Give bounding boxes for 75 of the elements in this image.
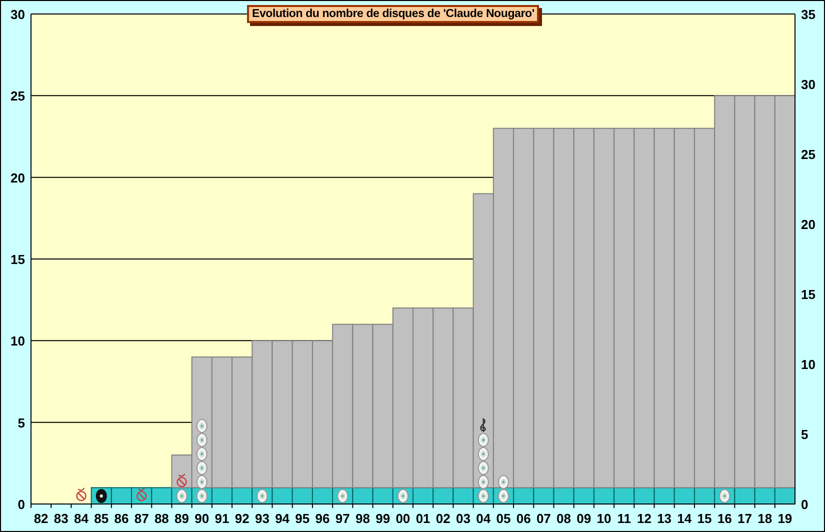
disc-icon — [337, 489, 348, 503]
axis-tick-label: 86 — [114, 511, 129, 526]
axis-tick-label: 87 — [134, 511, 149, 526]
axis-tick-label: 88 — [154, 511, 169, 526]
axis-tick-label: 06 — [516, 511, 531, 526]
prohibited-icon — [136, 488, 147, 502]
disc-icon — [397, 489, 408, 503]
axis-tick-label: 94 — [275, 511, 290, 526]
disc-icon — [478, 433, 489, 447]
prohibited-icon — [176, 474, 187, 488]
axis-tick-label: 15 — [10, 252, 25, 267]
disc-icon — [478, 475, 489, 489]
disc-icon — [478, 461, 489, 475]
axis-tick-label: 25 — [10, 88, 25, 104]
axis-tick-label: 5 — [18, 415, 25, 430]
axis-tick-label: 84 — [74, 511, 88, 526]
disc-icon — [196, 419, 208, 433]
disc-icon — [478, 489, 489, 503]
vinyl-record-icon — [96, 489, 107, 503]
disc-icon — [719, 489, 730, 503]
axis-tick-label: 03 — [456, 511, 470, 526]
disc-icon — [478, 447, 489, 461]
axis-tick-label: 10 — [801, 357, 816, 372]
axis-tick-label: 08 — [556, 511, 572, 526]
axis-tick-label: 20 — [10, 170, 25, 186]
axis-tick-label: 15 — [801, 287, 816, 302]
disc-icon — [176, 489, 188, 503]
axis-tick-label: 0 — [18, 497, 25, 512]
axis-tick-label: 5 — [801, 427, 808, 442]
axis-tick-label: 99 — [376, 511, 390, 526]
axis-tick-label: 18 — [758, 511, 772, 526]
axis-tick-label: 13 — [657, 511, 672, 526]
axis-tick-label: 96 — [315, 511, 330, 526]
axis-tick-label: 19 — [778, 511, 792, 526]
axis-tick-label: 16 — [717, 511, 732, 526]
axis-tick-label: 35 — [801, 7, 816, 22]
axis-tick-label: 14 — [677, 511, 692, 526]
axis-tick-label: 89 — [174, 511, 190, 526]
axis-tick-label: 11 — [617, 511, 631, 526]
axis-tick-label: 85 — [94, 511, 109, 526]
disc-icon — [196, 489, 208, 503]
axis-tick-label: 82 — [34, 511, 48, 526]
axis-tick-label: 17 — [738, 511, 752, 526]
axis-tick-label: 93 — [254, 511, 270, 526]
axis-tick-label: 15 — [697, 511, 712, 526]
axis-tick-label: 83 — [54, 511, 68, 526]
axis-tick-label: 12 — [636, 511, 652, 526]
axis-tick-label: 10 — [10, 334, 25, 349]
axis-tick-label: 30 — [10, 7, 25, 22]
axis-tick-label: 01 — [416, 511, 430, 526]
axis-tick-label: 0 — [801, 497, 808, 512]
disc-icon — [196, 475, 208, 489]
axis-tick-label: 10 — [596, 511, 612, 526]
axis-tick-label: 04 — [476, 511, 491, 526]
axis-tick-label: 90 — [194, 511, 210, 526]
axis-tick-label: 25 — [801, 147, 816, 162]
disc-icon — [196, 447, 208, 461]
axis-tick-label: 02 — [436, 511, 450, 526]
disc-icon — [196, 461, 208, 475]
disc-icon — [256, 489, 268, 503]
axis-tick-label: 91 — [214, 511, 230, 526]
axis-tick-label: 98 — [356, 511, 370, 526]
prohibited-icon — [76, 488, 86, 502]
axis-tick-label: 97 — [335, 511, 350, 526]
chart-title: Evolution du nombre de disques de 'Claude Nougaro' — [247, 5, 540, 23]
axis-tick-label: 20 — [801, 217, 816, 232]
axis-tick-label: 00 — [396, 511, 410, 526]
axis-tick-label: 07 — [536, 511, 551, 526]
axis-tick-label: 05 — [496, 511, 511, 526]
treble-clef-icon — [480, 418, 486, 432]
axis-tick-label: 30 — [801, 77, 816, 92]
axis-tick-label: 95 — [295, 511, 310, 526]
axis-tick-label: 09 — [576, 511, 592, 526]
disc-icon — [196, 433, 208, 447]
axis-tick-label: 92 — [234, 511, 250, 526]
